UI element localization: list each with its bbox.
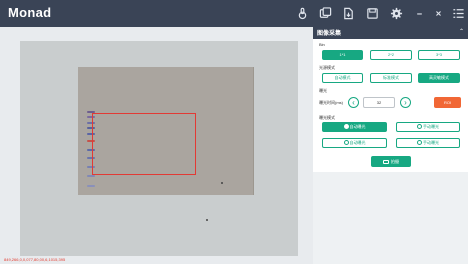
panel-header[interactable]: 图像采集 ⌃: [313, 27, 468, 39]
roi-button[interactable]: ROI: [434, 97, 461, 108]
menu-icon[interactable]: [452, 7, 466, 20]
close-icon[interactable]: [432, 7, 446, 20]
bin-3x3-button[interactable]: 3*3: [418, 50, 460, 60]
settings-icon[interactable]: [390, 7, 404, 20]
light-mode-label: 光源模式: [319, 65, 335, 70]
high-sensitivity-mode-button[interactable]: 高灵敏模式: [418, 73, 460, 83]
manual-exposure-option[interactable]: 手动曝光: [396, 122, 460, 132]
exposure-time-label: 曝光时间(ms): [319, 100, 343, 105]
radio-icon: [417, 140, 422, 146]
bin-2x2-button[interactable]: 2*2: [370, 50, 412, 60]
app-logo: Monad: [8, 5, 52, 20]
option-label: 自动曝光: [349, 140, 366, 145]
save-icon[interactable]: [366, 7, 380, 20]
bin-1x1-button[interactable]: 1*1: [322, 50, 363, 60]
camera-icon: [383, 159, 389, 164]
option-label: 自动曝光: [349, 124, 366, 129]
coordinate-readout: 849,266,0,0,077,80,00,6,1015,395: [4, 257, 66, 262]
export-icon[interactable]: [342, 7, 356, 20]
increase-exposure-button[interactable]: ›: [400, 97, 411, 108]
auto-exposure-option-2[interactable]: 自动曝光: [322, 138, 387, 148]
thermometer-icon[interactable]: [296, 7, 310, 20]
image-viewer[interactable]: [0, 27, 313, 264]
radio-icon: [343, 140, 349, 146]
copy-icon[interactable]: [319, 7, 333, 20]
standard-mode-button[interactable]: 标准模式: [370, 73, 412, 83]
option-label: 手动曝光: [423, 124, 439, 129]
decrease-exposure-button[interactable]: ‹: [348, 97, 359, 108]
panel-title: 图像采集: [317, 31, 342, 37]
capture-label: 拍摄: [391, 159, 399, 164]
auto-exposure-option[interactable]: 自动曝光: [322, 122, 387, 132]
auto-mode-button[interactable]: 自动模式: [322, 73, 363, 83]
radio-icon: [417, 124, 422, 130]
roi-selection-box[interactable]: [92, 113, 196, 175]
speck: [221, 182, 223, 184]
minimize-icon[interactable]: [413, 7, 427, 20]
app-window: Monad 849,266,0,0,077,80,00,6,1015,395 图…: [0, 0, 468, 264]
exposure-mode-label: 曝光模式: [319, 115, 335, 120]
exposure-section-label: 曝光: [319, 88, 327, 93]
manual-exposure-option-2[interactable]: 手动曝光: [396, 138, 460, 148]
bin-label: Bin: [319, 42, 325, 47]
chevron-up-icon[interactable]: ⌃: [459, 28, 464, 35]
option-label: 手动曝光: [423, 140, 439, 145]
marker-band: [87, 185, 95, 187]
speck: [206, 219, 208, 221]
marker-band: [87, 175, 95, 177]
title-bar: Monad: [0, 0, 468, 27]
exposure-time-input[interactable]: 32: [363, 97, 395, 108]
radio-icon: [343, 124, 349, 130]
capture-button[interactable]: 拍摄: [371, 156, 411, 167]
